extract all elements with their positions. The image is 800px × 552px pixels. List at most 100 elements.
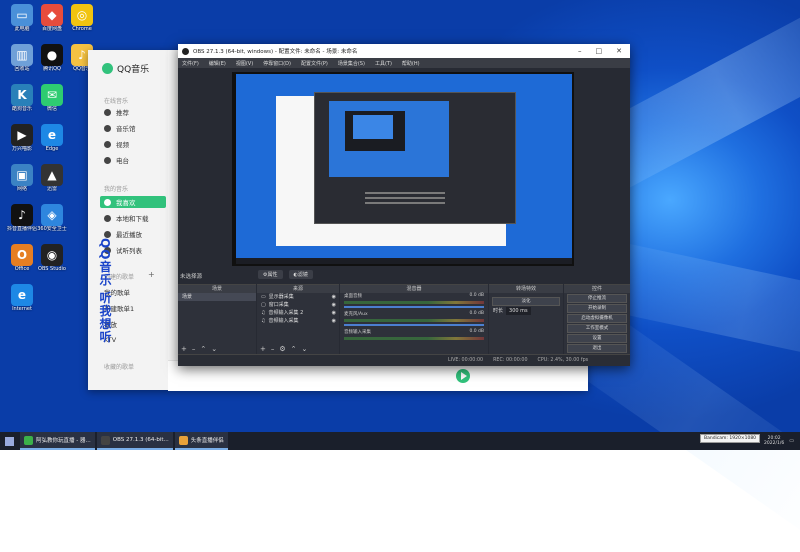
obs-window[interactable]: OBS 27.1.3 (64-bit, windows) - 配置文件: 未命名… (178, 44, 630, 366)
obs-titlebar[interactable]: OBS 27.1.3 (64-bit, windows) - 配置文件: 未命名… (178, 44, 630, 58)
start-button[interactable] (0, 432, 18, 450)
arrow-up-icon[interactable]: ⌃ (200, 345, 206, 353)
qqmusic-logo-icon (102, 63, 113, 74)
virtual-camera-button[interactable]: 启动虚拟摄像机 (567, 314, 627, 323)
sidebar-item-radio[interactable]: 电台 (100, 154, 166, 166)
desktop-icon-label: 迅雷 (46, 186, 57, 192)
source-item[interactable]: ▭ 显示器采集 ◉ (257, 293, 339, 301)
add-playlist-icon[interactable]: + (148, 270, 155, 279)
remove-icon[interactable]: – (271, 345, 275, 353)
sidebar-item-recommend[interactable]: 推荐 (100, 106, 166, 118)
app-icon: ▣ (11, 164, 33, 186)
controls-dock: 控件 停止推流 开始录制 启动虚拟摄像机 工作室模式 设置 退出 (564, 284, 630, 355)
sidebar-item-video[interactable]: 视频 (100, 138, 166, 150)
app-icon: ◉ (41, 244, 63, 266)
eye-icon[interactable]: ◉ (332, 317, 339, 325)
window-icon: ▢ (261, 302, 266, 308)
scenes-header: 场景 (178, 285, 256, 293)
computer-icon (104, 214, 111, 222)
obs-preview[interactable] (232, 72, 574, 266)
sidebar-item-favorites[interactable]: 我喜欢 (100, 196, 166, 208)
volume-meter (344, 301, 484, 304)
desktop-icon[interactable]: ◈ 360安全卫士 (34, 204, 70, 232)
tray-tooltip: Bandicam: 1920×1080 (700, 434, 761, 443)
overlay-vertical-text: QQ音乐 听我想听 (98, 238, 112, 344)
desktop-icon[interactable]: ◉ OBS Studio (34, 244, 70, 272)
transition-select[interactable]: 淡化 (492, 297, 560, 306)
source-item[interactable]: ♫ 音频输入采集 2 ◉ (257, 309, 339, 317)
desktop-icon[interactable]: ◎ Chrome (64, 4, 100, 32)
add-icon[interactable]: + (181, 345, 187, 353)
filters-button[interactable]: ◐ 滤镜 (288, 270, 313, 279)
menu-item[interactable]: 文件(F) (182, 60, 199, 67)
clock-icon (104, 230, 111, 238)
menu-item[interactable]: 停靠窗口(D) (263, 60, 291, 67)
preview-obs-mixer (365, 189, 445, 211)
scene-item[interactable]: 场景 (178, 293, 256, 301)
play-button[interactable] (456, 369, 470, 383)
obs-menubar: 文件(F) 编辑(E) 视图(V) 停靠窗口(D) 配置文件(P) 场景集合(S) 工具(T… (178, 58, 630, 68)
desktop-icon[interactable]: e Edge (34, 124, 70, 152)
source-item[interactable]: ♫ 音频输入采集 ◉ (257, 317, 339, 325)
menu-item[interactable]: 编辑(E) (209, 60, 226, 67)
notification-icon[interactable]: ▭ (789, 438, 794, 444)
maximize-icon[interactable]: □ (596, 47, 603, 55)
section-mine: 我的音乐 (104, 186, 129, 193)
source-tools: + – ⚙ ⌃ ⌄ (260, 345, 307, 353)
preview-taskbar (236, 258, 572, 264)
sidebar-item-local[interactable]: 本地和下载 (100, 212, 166, 224)
minimize-icon[interactable]: – (578, 47, 582, 55)
taskbar-app-button[interactable]: OBS 27.1.3 (64-bit... (96, 432, 173, 450)
eye-icon[interactable]: ◉ (332, 309, 339, 317)
exit-button[interactable]: 退出 (567, 344, 627, 353)
start-recording-button[interactable]: 开始录制 (567, 304, 627, 313)
no-source-label: 未选择源 (180, 274, 203, 280)
gear-icon[interactable]: ⚙ (279, 345, 285, 353)
preview-desktop-capture (236, 74, 572, 264)
arrow-up-icon[interactable]: ⌃ (291, 345, 297, 353)
app-icon: e (11, 284, 33, 306)
source-item[interactable]: ▢ 窗口采集 ◉ (257, 301, 339, 309)
eye-icon[interactable]: ◉ (332, 301, 339, 309)
desktop-icon[interactable]: ✉ 微信 (34, 84, 70, 112)
transitions-dock: 转场特效 淡化 时长 300 ms (489, 284, 563, 355)
desktop-icon-label: Chrome (72, 26, 92, 32)
obs-title: OBS 27.1.3 (64-bit, windows) - 配置文件: 未命名… (193, 49, 358, 55)
taskbar-app-button[interactable]: 阿弘教你玩直播 - 器... (20, 432, 95, 450)
window-controls: – □ ✕ (578, 47, 630, 55)
stop-streaming-button[interactable]: 停止推流 (567, 294, 627, 303)
video-icon (104, 140, 111, 148)
menu-item[interactable]: 视图(V) (236, 60, 253, 67)
properties-button[interactable]: ⚙ 属性 (258, 270, 283, 279)
close-icon[interactable]: ✕ (616, 47, 622, 55)
add-icon[interactable]: + (260, 345, 266, 353)
volume-slider[interactable] (344, 324, 484, 326)
app-icon (100, 435, 110, 445)
desktop-icon[interactable]: e Internet (4, 284, 40, 312)
arrow-down-icon[interactable]: ⌄ (211, 345, 217, 353)
rec-status: REC: 00:00:00 (493, 358, 528, 363)
taskbar-app-button[interactable]: 头条直播伴侣 (174, 432, 228, 450)
menu-item[interactable]: 配置文件(P) (301, 60, 328, 67)
menu-item[interactable]: 帮助(H) (402, 60, 420, 67)
sidebar-item-music-hall[interactable]: 音乐馆 (100, 122, 166, 134)
app-icon (178, 435, 188, 445)
eye-icon[interactable]: ◉ (332, 293, 339, 301)
remove-icon[interactable]: – (192, 345, 196, 353)
mixer-channel-label: 麦克风/Aux 0.0 dB (344, 311, 484, 317)
settings-button[interactable]: 设置 (567, 334, 627, 343)
studio-mode-button[interactable]: 工作室模式 (567, 324, 627, 333)
preview-obs-inner-canvas (353, 115, 393, 139)
audio-mixer-dock: 混音器 桌面音频 0.0 dB 麦克风/Aux 0.0 dB 音频输入采集 0.0 d… (340, 284, 488, 355)
clock[interactable]: 20:02 2022/1/6 (764, 436, 784, 447)
menu-item[interactable]: 场景集合(S) (338, 60, 365, 67)
app-icon: ◆ (41, 4, 63, 26)
desktop-icon[interactable]: ▲ 迅雷 (34, 164, 70, 192)
duration-field[interactable]: 300 ms (506, 307, 531, 315)
arrow-down-icon[interactable]: ⌄ (302, 345, 308, 353)
clock-date: 2022/1/6 (764, 441, 785, 446)
volume-slider[interactable] (344, 306, 484, 308)
cpu-status: CPU: 2.4%, 30.00 fps (537, 358, 589, 363)
menu-item[interactable]: 工具(T) (375, 60, 392, 67)
music-icon (104, 124, 111, 132)
